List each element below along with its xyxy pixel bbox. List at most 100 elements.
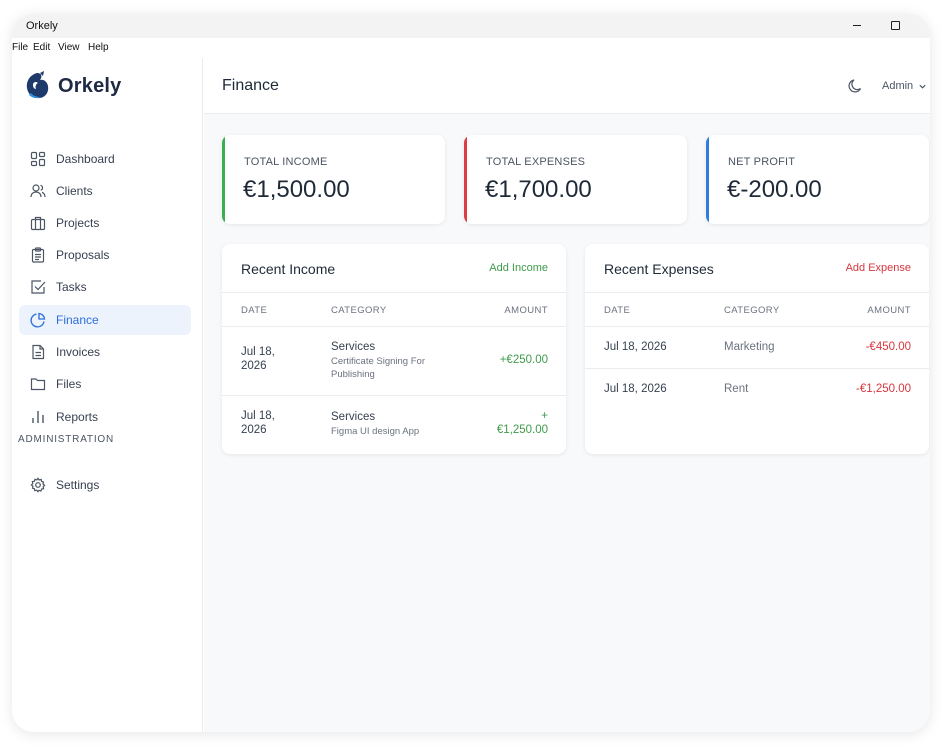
- window-title: Orkely: [26, 20, 58, 32]
- sidebar-item-invoices[interactable]: Invoices: [19, 337, 191, 367]
- panel-header: Recent Income Add Income: [222, 244, 566, 293]
- table-header: DATE CATEGORY AMOUNT: [585, 293, 929, 327]
- table-header: DATE CATEGORY AMOUNT: [222, 293, 566, 327]
- amount-line: +: [541, 410, 548, 422]
- row-category: Rent: [724, 383, 749, 395]
- table-row[interactable]: Jul 18, 2026 Rent -€1,250.00: [585, 369, 929, 454]
- menu-view[interactable]: View: [58, 42, 80, 53]
- table-row[interactable]: Jul 18, 2026 Services Certificate Signin…: [222, 327, 566, 396]
- sidebar-item-reports[interactable]: Reports: [19, 402, 191, 432]
- panel-title: Recent Expenses: [604, 261, 714, 277]
- sidebar-item-tasks[interactable]: Tasks: [19, 272, 191, 302]
- sidebar-item-dashboard[interactable]: Dashboard: [19, 144, 191, 174]
- menu-bar: File Edit View Help: [12, 38, 930, 58]
- sidebar-item-label: Settings: [56, 478, 100, 492]
- panel-header: Recent Expenses Add Expense: [585, 244, 929, 293]
- sidebar-item-finance[interactable]: Finance: [19, 305, 191, 335]
- category-description: Certificate Signing For: [331, 356, 425, 367]
- user-menu[interactable]: Admin: [882, 80, 927, 92]
- top-bar: Finance Admin: [204, 58, 930, 114]
- sidebar-item-clients[interactable]: Clients: [19, 176, 191, 206]
- row-category: Marketing: [724, 341, 775, 353]
- section-label-administration: ADMINISTRATION: [18, 434, 115, 445]
- sidebar-item-label: Finance: [56, 313, 99, 327]
- main-content: Finance Admin TOTAL INCOME €1,500.00 TOT…: [204, 58, 930, 732]
- category-name: Services: [331, 341, 376, 353]
- stat-value: €1,700.00: [485, 176, 592, 203]
- sidebar-item-label: Proposals: [56, 248, 110, 262]
- minimize-button[interactable]: [850, 18, 864, 32]
- row-amount: + €1,250.00: [497, 410, 548, 436]
- panel-title: Recent Income: [241, 261, 336, 277]
- menu-file[interactable]: File: [12, 42, 28, 53]
- sidebar-item-projects[interactable]: Projects: [19, 208, 191, 238]
- sidebar-item-label: Clients: [56, 184, 93, 198]
- add-income-button[interactable]: Add Income: [489, 262, 548, 274]
- stat-accent-bar: [706, 135, 709, 224]
- category-name: Services: [331, 411, 376, 423]
- column-header-category: CATEGORY: [724, 305, 780, 316]
- date-line: 2026: [241, 360, 267, 372]
- dashboard-icon: [30, 151, 46, 167]
- date-line: Jul 18,: [241, 346, 275, 358]
- sidebar-item-label: Reports: [56, 410, 99, 424]
- stat-value: €-200.00: [727, 176, 822, 203]
- sidebar-item-label: Dashboard: [56, 152, 115, 166]
- users-icon: [30, 183, 46, 199]
- column-header-amount: AMOUNT: [504, 305, 548, 316]
- document-icon: [30, 344, 46, 360]
- row-amount: -€1,250.00: [856, 383, 911, 395]
- page-title: Finance: [222, 77, 279, 94]
- column-header-category: CATEGORY: [331, 305, 387, 316]
- sidebar-item-label: Projects: [56, 216, 100, 230]
- stat-accent-bar: [464, 135, 467, 224]
- folder-icon: [30, 376, 46, 392]
- row-date: Jul 18, 2026: [241, 346, 275, 372]
- pie-chart-icon: [30, 312, 46, 328]
- gear-icon: [30, 477, 46, 493]
- column-header-amount: AMOUNT: [867, 305, 911, 316]
- sidebar-item-settings[interactable]: Settings: [19, 470, 191, 500]
- briefcase-icon: [30, 215, 46, 231]
- brand-logo[interactable]: Orkely: [24, 71, 121, 101]
- recent-expenses-panel: Recent Expenses Add Expense DATE CATEGOR…: [585, 244, 929, 454]
- orca-logo-icon: [26, 71, 49, 99]
- row-date: Jul 18, 2026: [604, 341, 667, 353]
- row-category: Services Figma UI design App: [331, 411, 419, 438]
- stat-card-total-expenses: TOTAL EXPENSES €1,700.00: [464, 135, 687, 224]
- date-line: Jul 18,: [241, 410, 275, 422]
- clipboard-icon: [30, 247, 46, 263]
- sidebar-item-label: Invoices: [56, 345, 101, 359]
- menu-help[interactable]: Help: [88, 42, 109, 53]
- add-expense-button[interactable]: Add Expense: [846, 262, 911, 274]
- recent-income-panel: Recent Income Add Income DATE CATEGORY A…: [222, 244, 566, 454]
- sidebar: Orkely Dashboard Clients Projects Propos…: [12, 58, 203, 732]
- sidebar-item-files[interactable]: Files: [19, 369, 191, 399]
- category-description: Publishing: [331, 369, 375, 380]
- stat-label: NET PROFIT: [728, 156, 796, 168]
- app-window: Orkely File Edit View Help Orkely Dashbo…: [12, 14, 930, 732]
- checkbox-icon: [30, 279, 46, 295]
- stat-label: TOTAL INCOME: [244, 156, 328, 168]
- column-header-date: DATE: [241, 305, 268, 316]
- sidebar-item-proposals[interactable]: Proposals: [19, 240, 191, 270]
- column-header-date: DATE: [604, 305, 631, 316]
- table-row[interactable]: Jul 18, 2026 Marketing -€450.00: [585, 327, 929, 369]
- row-category: Services Certificate Signing For Publish…: [331, 341, 425, 381]
- moon-icon[interactable]: [848, 78, 864, 94]
- sidebar-item-label: Files: [56, 377, 82, 391]
- category-description: Figma UI design App: [331, 426, 420, 437]
- menu-edit[interactable]: Edit: [33, 42, 50, 53]
- row-amount: +€250.00: [499, 354, 548, 366]
- row-date: Jul 18, 2026: [241, 410, 275, 436]
- stat-card-total-income: TOTAL INCOME €1,500.00: [222, 135, 445, 224]
- stat-card-net-profit: NET PROFIT €-200.00: [706, 135, 929, 224]
- date-line: 2026: [241, 424, 267, 436]
- maximize-button[interactable]: [888, 18, 902, 32]
- bar-chart-icon: [30, 409, 46, 425]
- row-amount: -€450.00: [865, 341, 911, 353]
- sidebar-item-label: Tasks: [56, 280, 87, 294]
- row-date: Jul 18, 2026: [604, 383, 667, 395]
- stat-label: TOTAL EXPENSES: [486, 156, 586, 168]
- table-row[interactable]: Jul 18, 2026 Services Figma UI design Ap…: [222, 396, 566, 454]
